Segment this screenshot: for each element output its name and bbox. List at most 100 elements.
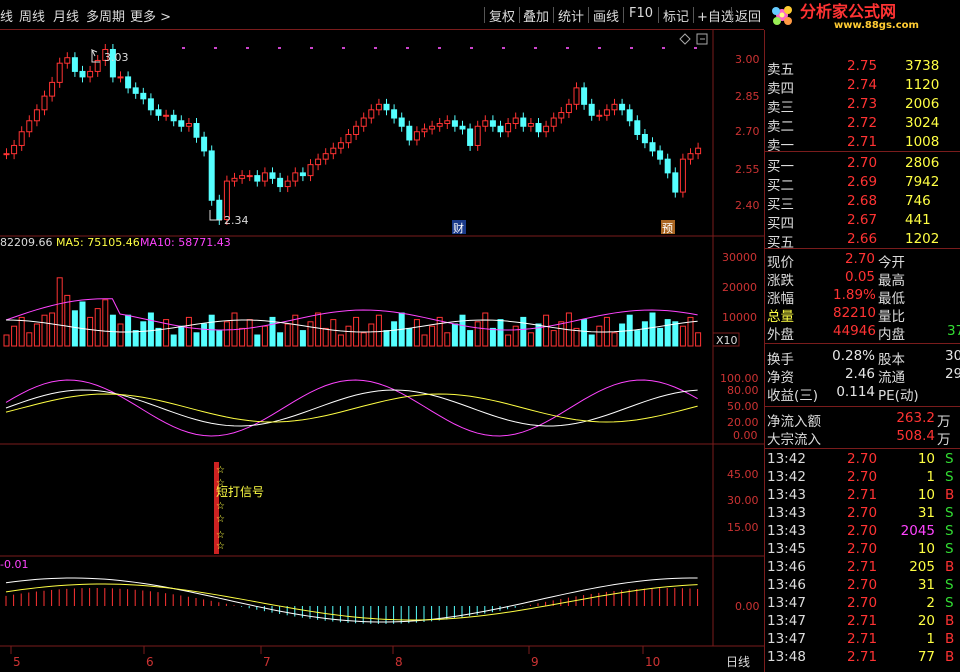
chart-settings-icon[interactable] [679,33,691,45]
tick-volume: 205 [909,559,935,575]
volume-bar [299,330,306,347]
candle-body [467,128,474,146]
candle-body [193,123,200,138]
statistics-button[interactable]: 统计 [558,6,584,25]
logo-name: 分析家公式网 [800,2,896,21]
volume-bar [322,327,329,347]
panel-divider [765,448,960,449]
price-axis-tick: 3.00 [735,53,760,66]
tab-weekly[interactable]: 周线 [19,6,45,25]
tick-time: 13:46 [767,559,806,575]
candle-body [201,136,208,152]
candle-body [679,158,686,193]
candle-body [155,109,162,116]
quote-label: 量比 [878,309,905,325]
toolbar-divider [519,7,520,23]
kdj-axis-tick: 0.00 [733,429,758,442]
financial-report-badge-text: 财 [453,221,464,235]
tab-multi-period[interactable]: 多周期 [86,6,125,25]
signal-text: 短打信号 [216,485,264,499]
quote-panel: 卖五 2.75 3738 卖四 2.74 1120 卖三 2.73 2006 卖二 2.72 3024… [764,30,960,672]
volume-bar [26,332,33,347]
macd-axis-tick: 0.00 [735,600,760,613]
event-dot [662,47,665,49]
add-watchlist-button[interactable]: +自选 [697,6,734,25]
signal-star: ☆ [216,514,225,525]
candle-body [558,112,565,119]
quote-value: 44946 [833,323,876,339]
bid-level-label: 买一 [767,159,794,175]
more-menu[interactable]: 更多 > [130,6,171,25]
candle-body [672,172,679,193]
candle-body [64,57,71,64]
event-dot [406,47,409,49]
event-dot [694,47,697,49]
toolbar-divider [588,7,589,23]
ask-price: 2.73 [847,96,878,112]
ask-level-label: 卖二 [767,119,794,135]
volume-bar [634,330,641,347]
fundamental-value: 0.114 [836,384,875,400]
volume-bar [421,334,428,347]
mark-button[interactable]: 标记 [663,6,689,25]
date-axis-label: 9 [531,655,539,669]
macd-legend: -0.01 [0,558,28,571]
tick-time: 13:42 [767,469,806,485]
candle-body [649,142,656,152]
volume-bar [459,314,466,347]
volume-bar [391,321,398,347]
volume-bar [657,327,664,347]
candle-body [315,158,322,166]
bid-level-label: 买三 [767,197,794,213]
volume-unit: X10 [716,334,738,347]
volume-bar [307,321,314,347]
kdj-panel: 100.00 80.00 50.00 20.00 0.00 [5,372,759,442]
volume-bar [543,314,550,347]
macd-panel: -0.01 0.00 [0,558,760,624]
candle-body [125,76,132,89]
tick-time: 13:47 [767,631,806,647]
period-label[interactable]: 日线 [726,655,750,669]
candle-body [353,125,360,135]
ask-volume: 1008 [905,134,940,150]
volume-bar [315,312,322,347]
candle-body [368,109,375,119]
volume-bar [611,332,618,347]
volume-bar [360,332,367,347]
tab-daily[interactable]: 线 [0,6,13,25]
stock-app-window: 线 周线 月线 多周期 更多 > 复权 叠加 统计 画线 F10 标记 +自选 … [0,0,960,672]
overlay-button[interactable]: 叠加 [523,6,549,25]
ask-volume: 1120 [905,77,940,93]
quote-label: 今开 [878,255,905,271]
bid-volume: 441 [905,212,931,228]
volume-bar [695,332,702,347]
candle-body [444,120,451,125]
candle-body [216,199,223,220]
stock-chart-area[interactable]: 3.00 2.85 2.70 2.55 2.40 3.03 2.34 财 预 8… [0,30,764,672]
draw-line-button[interactable]: 画线 [593,6,619,25]
candle-body [337,142,344,149]
tick-price: 2.70 [847,577,878,593]
bid-volume: 746 [905,193,931,209]
back-button[interactable]: 返回 [735,6,761,25]
tick-side: S [945,451,954,467]
candle-body [246,175,253,178]
volume-bar [345,325,352,347]
fundamental-value: 30 [945,348,960,364]
adjust-rights-button[interactable]: 复权 [489,6,515,25]
volume-bar [482,312,489,347]
flow-label: 大宗流入 [767,432,821,448]
signal-star: ☆ [216,541,225,552]
price-panel: 3.00 2.85 2.70 2.55 2.40 3.03 2.34 财 预 [3,33,760,235]
candle-body [596,114,603,117]
panel-divider [765,248,960,249]
tick-time: 13:47 [767,613,806,629]
candle-body [421,128,428,133]
ask-volume: 3024 [905,115,940,131]
tab-monthly[interactable]: 月线 [53,6,79,25]
candle-body [147,98,154,111]
f10-button[interactable]: F10 [629,6,653,21]
candle-body [269,172,276,179]
macd-lines [5,577,698,623]
quote-label: 涨跌 [767,273,794,289]
